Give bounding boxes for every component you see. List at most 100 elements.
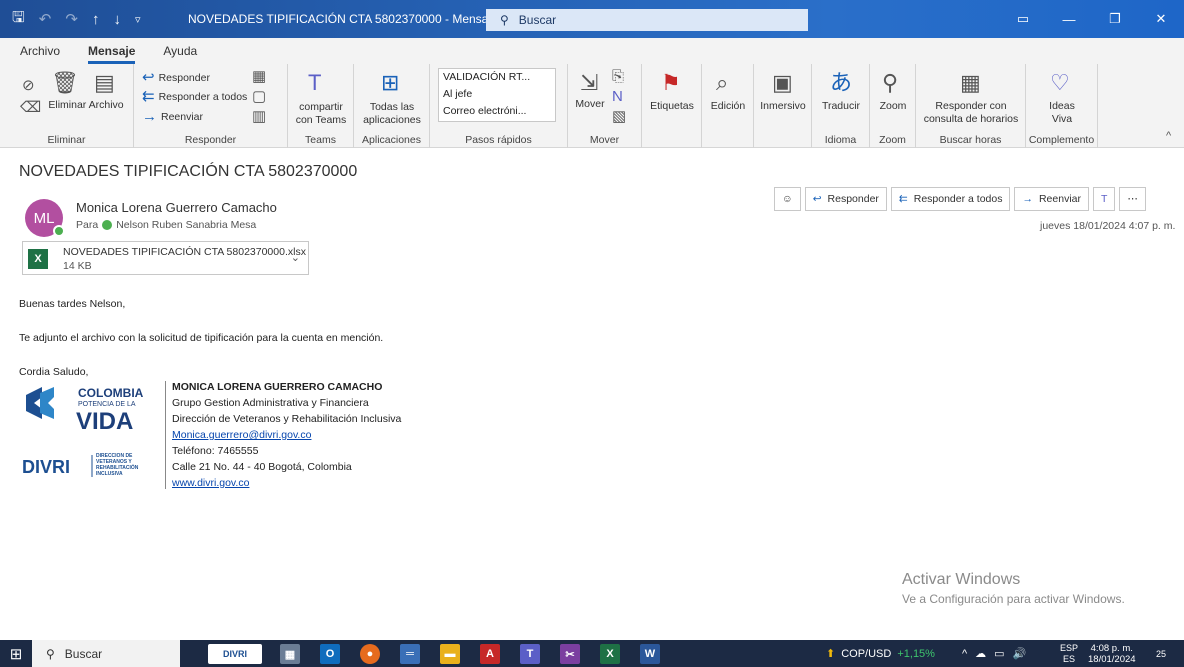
all-apps-button[interactable]: Todas las aplicaciones — [358, 101, 426, 127]
attachment-size: 14 KB — [63, 260, 92, 272]
edit-button[interactable]: Edición — [704, 100, 752, 113]
file-explorer-icon[interactable]: ▬ — [440, 644, 460, 664]
search-icon: ⚲ — [500, 13, 509, 27]
archive-icon[interactable]: ▤ — [94, 70, 115, 96]
reply-button[interactable]: ↩ Responder — [142, 70, 210, 86]
onenote-icon[interactable]: N — [612, 89, 623, 105]
chrome-icon[interactable]: ● — [360, 644, 380, 664]
reply-all-button[interactable]: ⇇ Responder a todos — [142, 89, 247, 105]
save-icon[interactable]: 🖫 — [12, 7, 25, 32]
eliminar-archivo-button[interactable]: Eliminar Archivo — [45, 99, 127, 112]
down-arrow-icon[interactable]: ↓ — [113, 11, 121, 28]
body-line: Buenas tardes Nelson, — [19, 298, 126, 310]
divri-app-icon[interactable]: DIVRI — [208, 644, 262, 664]
group-etiquetas: ⚑ Etiquetas — [642, 64, 702, 148]
sender-name[interactable]: Monica Lorena Guerrero Camacho — [76, 200, 277, 215]
immersive-button[interactable]: Inmersivo — [756, 100, 810, 113]
collapse-ribbon-icon[interactable]: ^ — [1166, 130, 1171, 142]
show-hidden-icon[interactable]: ^ — [962, 648, 967, 660]
group-label: Aplicaciones — [362, 134, 421, 146]
rules-icon[interactable]: ⎘ — [612, 69, 624, 85]
clock[interactable]: 4:08 p. m. 18/01/2024 — [1088, 640, 1136, 667]
schedule-reply-button[interactable]: Responder con consulta de horarios — [920, 100, 1022, 126]
apps-icon: ⊞ — [381, 70, 400, 95]
system-tray: ^ ☁ ▭ 🔊 — [962, 640, 1026, 667]
share-teams-button[interactable]: compartir con Teams — [290, 101, 352, 127]
body-line: Cordia Saludo, — [19, 366, 89, 378]
presence-icon — [53, 225, 65, 237]
clock-time: 4:08 p. m. — [1090, 642, 1133, 654]
onedrive-icon[interactable]: ☁ — [975, 647, 986, 660]
logo-potencia: POTENCIA DE LA — [78, 401, 136, 408]
tab-ayuda[interactable]: Ayuda — [163, 44, 197, 64]
group-complemento: ♡ Ideas Viva Complemento — [1026, 64, 1098, 148]
recipient-name[interactable]: Nelson Ruben Sanabria Mesa — [116, 219, 256, 231]
excel-icon[interactable]: X — [600, 644, 620, 664]
outlook-icon[interactable]: O — [320, 644, 340, 664]
snipping-tool-icon[interactable]: ✂ — [560, 644, 580, 664]
volume-icon[interactable]: 🔊 — [1013, 647, 1027, 660]
tab-mensaje[interactable]: Mensaje — [88, 44, 136, 64]
close-icon[interactable]: ✕ — [1138, 11, 1184, 27]
watermark-subtitle: Ve a Configuración para activar Windows. — [902, 592, 1125, 606]
excel-icon: X — [28, 249, 48, 269]
ignore-icon[interactable]: ⊘ — [22, 78, 35, 94]
cleanup-icon[interactable]: ⌫ — [20, 100, 41, 116]
message-actions: ☺ ↩ Responder ⇇ Responder a todos → Reenvia… — [774, 187, 1146, 211]
delete-icon[interactable]: 🗑 — [51, 70, 79, 96]
group-label: Teams — [305, 134, 336, 146]
signature-direction: Dirección de Veteranos y Rehabilitación … — [172, 413, 402, 425]
reader-icon: ▣ — [772, 70, 793, 95]
message-datetime: jueves 18/01/2024 4:07 p. m. — [1040, 220, 1176, 232]
windows-start-icon[interactable]: ⊞ — [0, 645, 32, 663]
zoom-button[interactable]: Zoom — [872, 100, 914, 113]
search-box[interactable]: ⚲ Buscar — [486, 9, 808, 31]
meeting-icon[interactable]: ▦ — [252, 69, 266, 85]
minimize-icon[interactable]: — — [1046, 12, 1092, 27]
viva-button[interactable]: Ideas Viva — [1046, 100, 1078, 126]
emoji-button[interactable]: ☺ — [774, 187, 801, 211]
redo-icon[interactable]: ↷ — [65, 10, 78, 28]
restore-icon[interactable]: ❐ — [1092, 11, 1138, 27]
window-title: NOVEDADES TIPIFICACIÓN CTA 5802370000 - … — [188, 12, 530, 26]
calculator-icon[interactable]: ▦ — [280, 644, 300, 664]
forward-button[interactable]: → Reenviar — [1014, 187, 1089, 211]
quick-step-item[interactable]: Al jefe — [439, 86, 555, 103]
undo-icon[interactable]: ↶ — [39, 10, 52, 28]
currency-widget[interactable]: ⬆ COP/USD +1,15% — [826, 640, 935, 667]
more-button[interactable]: ⋯ — [1119, 187, 1146, 211]
acrobat-icon[interactable]: A — [480, 644, 500, 664]
actions-icon[interactable]: ▧ — [612, 109, 626, 125]
word-icon[interactable]: W — [640, 644, 660, 664]
teams-icon[interactable]: T — [520, 644, 540, 664]
quick-step-item[interactable]: Correo electróni... — [439, 103, 555, 120]
signature-address: Calle 21 No. 44 - 40 Bogotá, Colombia — [172, 461, 352, 473]
forward-button[interactable]: → Reenviar — [142, 109, 203, 125]
up-arrow-icon[interactable]: ↑ — [92, 11, 100, 28]
signature-web-link[interactable]: www.divri.gov.co — [172, 477, 249, 489]
move-button[interactable]: Mover — [572, 98, 608, 111]
tab-archivo[interactable]: Archivo — [20, 44, 60, 64]
viva-icon: ♡ — [1050, 70, 1070, 95]
network-icon[interactable]: ▭ — [994, 647, 1004, 660]
teams-icon: T — [308, 70, 322, 95]
signature-email-link[interactable]: Monica.guerrero@divri.gov.co — [172, 429, 311, 441]
notifications-button[interactable]: 25 — [1156, 640, 1166, 667]
chevron-down-icon[interactable]: ⌄ — [291, 251, 300, 264]
quick-step-item[interactable]: VALIDACIÓN RT... — [439, 69, 555, 86]
reply-button[interactable]: ↩ Responder — [804, 187, 887, 211]
customize-icon[interactable]: ▿ — [135, 13, 141, 26]
reply-all-button[interactable]: ⇇ Responder a todos — [890, 187, 1011, 211]
im-icon[interactable]: ▢ — [252, 89, 266, 105]
attachment[interactable]: X NOVEDADES TIPIFICACIÓN CTA 5802370000.… — [22, 241, 309, 275]
more-respond-icon[interactable]: ▥ — [252, 109, 266, 125]
group-label: Idioma — [824, 134, 857, 146]
move-icon[interactable]: ⇲ — [580, 70, 598, 96]
taskbar-search[interactable]: ⚲ Buscar — [32, 640, 180, 667]
language-indicator[interactable]: ESP ES — [1060, 640, 1078, 667]
app-icon[interactable]: ═ — [400, 644, 420, 664]
translate-button[interactable]: Traducir — [814, 100, 868, 113]
tags-button[interactable]: Etiquetas — [644, 100, 700, 113]
teams-button[interactable]: T — [1093, 187, 1116, 211]
ribbon-display-icon[interactable]: ▭ — [1000, 11, 1046, 27]
